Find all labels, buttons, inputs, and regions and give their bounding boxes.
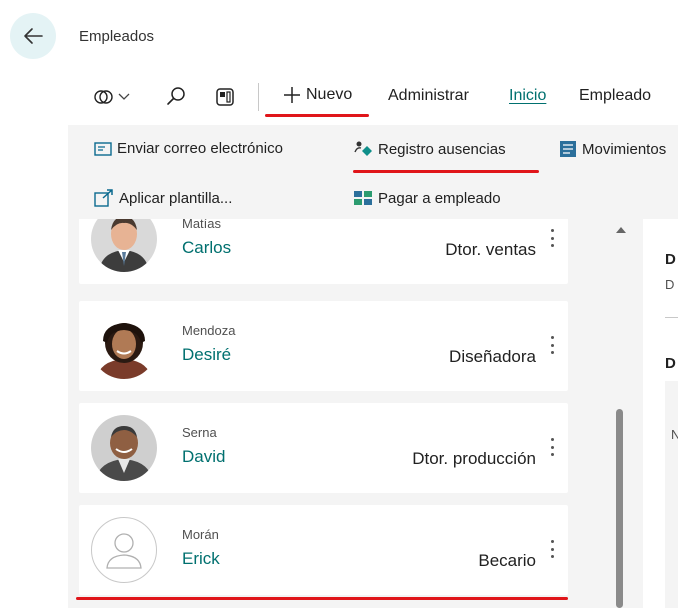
employee-job-title: Dtor. ventas <box>445 240 536 259</box>
email-icon <box>94 141 112 156</box>
highlight-underline <box>353 170 539 173</box>
absence-icon <box>354 141 372 156</box>
scrollbar-thumb[interactable] <box>616 409 623 608</box>
employee-card[interactable]: Matías Carlos Dtor. ventas <box>79 219 568 284</box>
movements-action[interactable]: Movimientos <box>559 140 666 158</box>
employee-card[interactable]: Morán Erick Becario <box>79 505 568 595</box>
movements-label: Movimientos <box>582 140 667 158</box>
scroll-up-icon[interactable] <box>616 227 626 233</box>
pay-employee-action[interactable]: Pagar a empleado <box>353 189 501 207</box>
highlight-underline <box>76 597 568 600</box>
employee-card[interactable]: Serna David Dtor. producción <box>79 403 568 493</box>
pay-employee-label: Pagar a empleado <box>378 189 501 207</box>
command-bar: Nuevo Administrar Inicio Empleado <box>68 69 678 125</box>
highlight-underline <box>265 114 369 117</box>
employee-job-title: Becario <box>478 551 536 570</box>
employee-name: Erick <box>182 549 220 568</box>
avatar <box>91 415 157 481</box>
search-icon <box>167 87 185 105</box>
list-scrollbar[interactable] <box>613 219 627 608</box>
plus-icon <box>284 87 300 103</box>
employee-job-title: Diseñadora <box>449 347 536 366</box>
employee-name: Desiré <box>182 345 232 364</box>
detail-text: D <box>665 277 675 292</box>
new-button-label: Nuevo <box>306 86 353 103</box>
employee-name: David <box>182 447 226 466</box>
page-title: Empleados <box>79 28 155 45</box>
arrow-left-icon <box>24 28 43 44</box>
detail-heading: D <box>665 251 676 268</box>
pay-icon <box>354 191 372 205</box>
employee-surname: Morán <box>182 527 219 542</box>
ledger-icon <box>560 141 576 157</box>
avatar <box>91 219 157 272</box>
page: Empleados Nuevo Administrar Inicio Emple… <box>0 0 678 608</box>
more-options-icon[interactable] <box>544 537 560 561</box>
more-options-icon[interactable] <box>544 435 560 459</box>
more-options-icon[interactable] <box>544 333 560 357</box>
employee-name: Carlos <box>182 238 232 257</box>
tab-empleado[interactable]: Empleado <box>579 87 651 105</box>
employee-card[interactable]: Mendoza Desiré Diseñadora <box>79 301 568 391</box>
detail-heading: D <box>665 355 676 372</box>
switch-view-button[interactable] <box>92 81 134 113</box>
apply-template-label: Aplicar plantilla... <box>119 189 233 207</box>
avatar <box>91 313 157 379</box>
send-email-label: Enviar correo electrónico <box>117 140 283 157</box>
more-options-icon[interactable] <box>544 226 560 250</box>
detail-pane: D D D N <box>643 219 678 608</box>
layout-button[interactable] <box>213 81 237 113</box>
detail-text: N <box>671 427 678 442</box>
tab-administrar[interactable]: Administrar <box>388 87 469 105</box>
search-button[interactable] <box>164 81 188 113</box>
apply-template-action[interactable]: Aplicar plantilla... <box>94 189 232 207</box>
employee-list: Matías Carlos Dtor. ventas Mendoza Desir… <box>68 219 613 608</box>
layout-icon <box>216 88 234 106</box>
person-icon <box>106 533 142 569</box>
detail-divider <box>665 317 678 318</box>
template-icon <box>94 189 113 207</box>
absence-registration-label: Registro ausencias <box>378 140 506 158</box>
employee-surname: Matías <box>182 219 222 231</box>
send-email-action[interactable]: Enviar correo electrónico <box>94 140 283 157</box>
switch-icon <box>94 90 130 104</box>
command-separator <box>258 83 259 111</box>
avatar-placeholder <box>91 517 157 583</box>
employee-surname: Serna <box>182 425 217 440</box>
new-button[interactable]: Nuevo <box>282 85 352 105</box>
detail-box <box>665 381 678 608</box>
absence-registration-action[interactable]: Registro ausencias <box>353 140 506 158</box>
employee-surname: Mendoza <box>182 323 236 338</box>
tab-inicio[interactable]: Inicio <box>509 87 546 105</box>
employees-panel: Nuevo Administrar Inicio Empleado Enviar… <box>68 69 678 608</box>
employee-job-title: Dtor. producción <box>412 449 536 468</box>
back-button[interactable] <box>10 13 56 59</box>
